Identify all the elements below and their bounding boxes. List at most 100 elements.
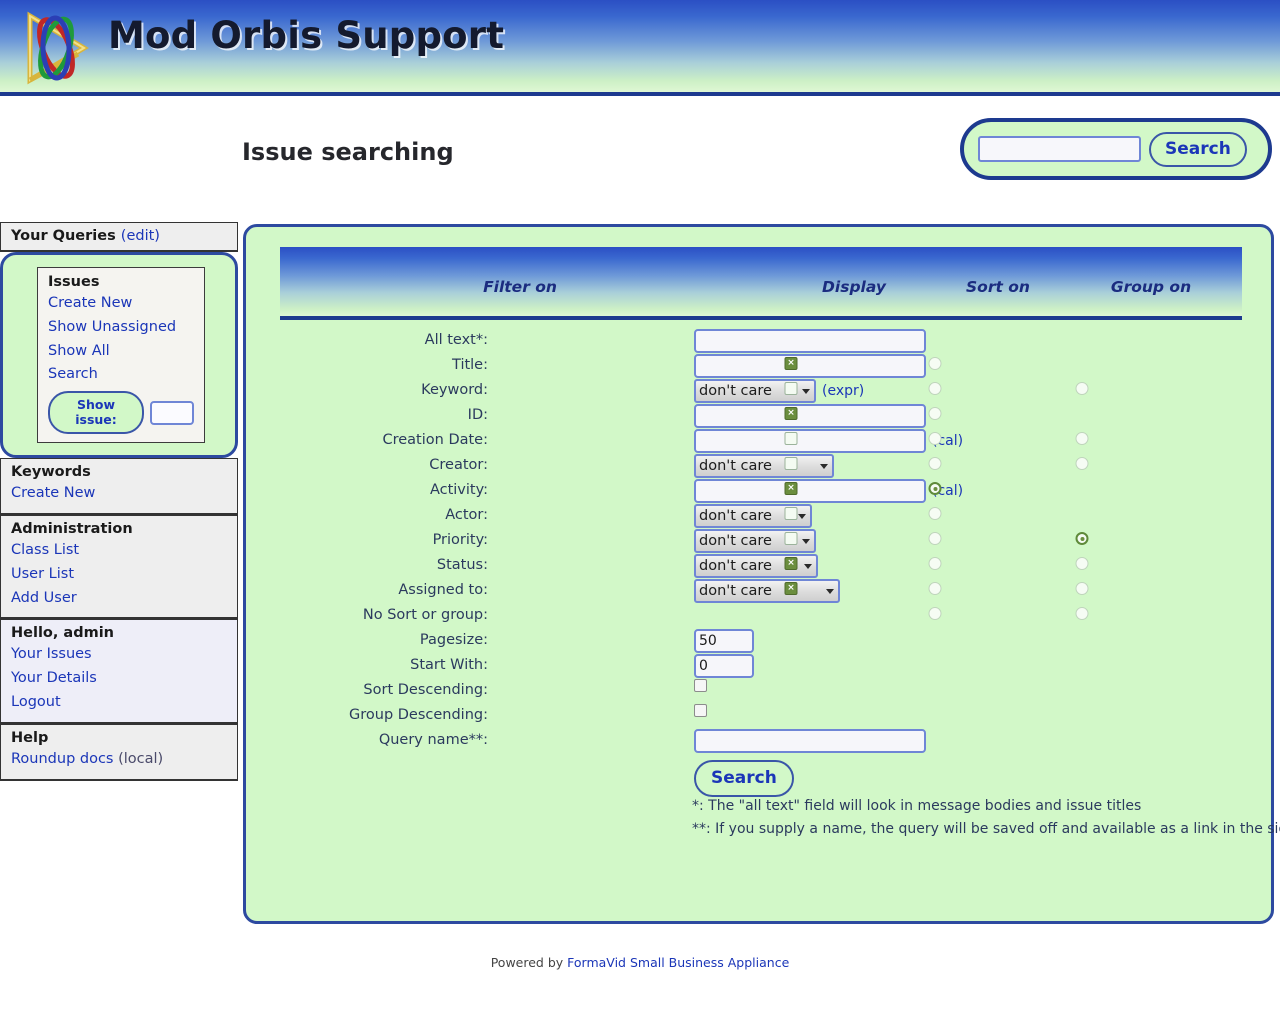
sidebar-query-link-0[interactable]: Create New [48, 292, 194, 316]
field-hint-link[interactable]: (expr) [822, 383, 864, 399]
priority-select[interactable]: don't care [694, 529, 816, 553]
field-control [694, 704, 707, 717]
creator-select[interactable]: don't care [694, 454, 834, 478]
sidebar-query-link-3[interactable]: Search [48, 363, 194, 387]
pagesize-input[interactable] [694, 629, 754, 653]
field-control: don't care (expr) [694, 379, 864, 403]
display-checkbox[interactable] [784, 532, 798, 545]
sidebar-link-your-issues[interactable]: Your Issues [11, 643, 227, 667]
id-input[interactable] [694, 404, 926, 428]
start-with-input[interactable] [694, 654, 754, 678]
display-checkbox[interactable] [784, 457, 798, 470]
select-value: don't care [699, 383, 772, 399]
sort-radio[interactable] [928, 482, 942, 495]
sidebar-section-administration: Administration Class List User List Add Use… [0, 514, 238, 620]
group-radio[interactable] [1075, 457, 1089, 470]
group-radio[interactable] [1075, 382, 1089, 395]
form-row-creator: Creator: don't care [246, 454, 1271, 479]
orbis-rings-logo-icon [27, 11, 89, 85]
sidebar-link-roundup-docs[interactable]: Roundup docs (local) [11, 748, 227, 772]
keyword-select[interactable]: don't care [694, 379, 816, 403]
chevron-down-icon [826, 589, 834, 594]
sort-radio[interactable] [928, 582, 942, 595]
display-checkbox[interactable]: × [784, 557, 798, 570]
status-select[interactable]: don't care [694, 554, 818, 578]
all-text-input[interactable] [694, 329, 926, 353]
title-input[interactable] [694, 354, 926, 378]
show-issue-button[interactable]: Show issue: [48, 391, 144, 435]
sort-descending-checkbox[interactable] [694, 679, 707, 692]
select-value: don't care [699, 508, 772, 524]
group-descending-checkbox[interactable] [694, 704, 707, 717]
footer-prefix: Powered by [490, 955, 568, 970]
display-checkbox[interactable]: × [784, 357, 798, 370]
field-control: don't care [694, 529, 816, 553]
search-button[interactable]: Search [1149, 131, 1247, 167]
sort-radio[interactable] [928, 607, 942, 620]
sort-radio[interactable] [928, 382, 942, 395]
display-checkbox[interactable]: × [784, 482, 798, 495]
select-value: don't care [699, 458, 772, 474]
sort-radio[interactable] [928, 432, 942, 445]
chevron-down-icon [798, 514, 806, 519]
sidebar-section-hello-admin: Hello, admin Your Issues Your Details Logou… [0, 619, 238, 724]
group-radio[interactable] [1075, 582, 1089, 595]
select-value: don't care [699, 533, 772, 549]
sort-radio[interactable] [928, 557, 942, 570]
sort-radio[interactable] [928, 407, 942, 420]
form-note-row: *: The "all text" field will look in mes… [246, 798, 1271, 821]
col-header-sort-on: Sort on [966, 278, 1030, 296]
sidebar-section-keywords: Keywords Create New [0, 458, 238, 515]
field-control: don't care [694, 579, 840, 603]
display-checkbox[interactable]: × [784, 582, 798, 595]
sidebar-link-add-user[interactable]: Add User [11, 587, 227, 611]
col-header-group-on: Group on [1110, 278, 1192, 296]
page-header-row: Issue searching Search [0, 96, 1280, 222]
your-queries-edit-link[interactable]: (edit) [121, 228, 160, 244]
field-label: All text*: [424, 332, 488, 348]
field-control [694, 654, 754, 678]
field-label: Pagesize: [419, 632, 488, 648]
field-control [694, 354, 926, 378]
sidebar-query-link-1[interactable]: Show Unassigned [48, 316, 194, 340]
footer-link[interactable]: FormaVid Small Business Appliance [567, 955, 789, 970]
sort-radio[interactable] [928, 532, 942, 545]
display-checkbox[interactable] [784, 507, 798, 520]
field-label: Query name**: [378, 732, 488, 748]
sort-radio[interactable] [928, 357, 942, 370]
field-label: Creation Date: [382, 432, 488, 448]
submit-search-button[interactable]: Search [694, 760, 794, 797]
chevron-down-icon [820, 464, 828, 469]
activity-input[interactable] [694, 479, 926, 503]
assigned-to-select[interactable]: don't care [694, 579, 840, 603]
form-row-no-sort-or-group: No Sort or group: [246, 604, 1271, 629]
field-label: Start With: [410, 657, 488, 673]
sidebar-link-class-list[interactable]: Class List [11, 539, 227, 563]
sidebar-section-your-queries: Your Queries (edit) [0, 222, 238, 252]
sidebar-query-link-2[interactable]: Show All [48, 340, 194, 364]
group-radio[interactable] [1075, 432, 1089, 445]
field-label: Activity: [429, 482, 488, 498]
sidebar-link-your-details[interactable]: Your Details [11, 667, 227, 691]
query-name-input[interactable] [694, 729, 926, 753]
sidebar-link-logout[interactable]: Logout [11, 691, 227, 715]
sidebar-link-user-list[interactable]: User List [11, 563, 227, 587]
display-checkbox[interactable] [784, 382, 798, 395]
field-control [694, 679, 707, 692]
sort-radio[interactable] [928, 507, 942, 520]
sidebar-link-create-new[interactable]: Create New [11, 482, 227, 506]
field-label: Keyword: [421, 382, 488, 398]
search-input[interactable] [978, 136, 1141, 162]
display-checkbox[interactable]: × [784, 407, 798, 420]
issues-query-box: Issues Create New Show Unassigned Show All… [37, 267, 205, 444]
col-header-filter-on: Filter on [483, 278, 557, 296]
creation-date-input[interactable] [694, 429, 926, 453]
group-radio[interactable] [1075, 532, 1089, 545]
display-checkbox[interactable] [784, 432, 798, 445]
group-radio[interactable] [1075, 607, 1089, 620]
show-issue-input[interactable] [150, 400, 194, 425]
sort-radio[interactable] [928, 457, 942, 470]
group-radio[interactable] [1075, 557, 1089, 570]
form-submit-row: Search [246, 754, 1271, 798]
show-issue-row: Show issue: [48, 391, 194, 435]
